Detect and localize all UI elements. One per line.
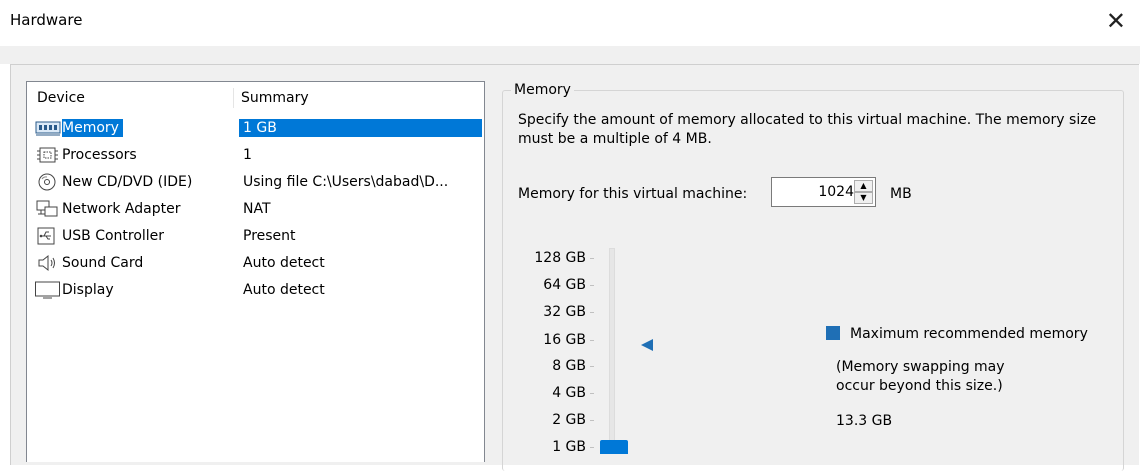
device-row-network-adapter[interactable]: Network Adapter NAT — [33, 196, 482, 222]
device-summary: Auto detect — [243, 255, 325, 271]
device-summary: Present — [243, 228, 296, 244]
scale-tick: 32 GB — [518, 303, 598, 321]
tick-mark — [590, 258, 594, 259]
column-header-device[interactable]: Device — [37, 88, 85, 108]
chevron-up-icon: ▲ — [860, 181, 867, 190]
memory-field-label: Memory for this virtual machine: — [518, 186, 748, 202]
tick-mark — [590, 447, 594, 448]
device-summary: Auto detect — [243, 282, 325, 298]
device-summary: NAT — [243, 201, 271, 217]
swapping-note: (Memory swapping may occur beyond this s… — [836, 358, 1005, 396]
tick-mark — [590, 393, 594, 394]
device-summary: 1 — [243, 147, 252, 163]
scale-label: 32 GB — [543, 304, 586, 320]
recommended-value: 13.3 GB — [836, 413, 893, 429]
scale-tick: 128 GB — [518, 249, 598, 267]
scale-label: 2 GB — [552, 412, 586, 428]
device-label: Memory — [62, 119, 123, 137]
memory-group-title: Memory — [511, 81, 574, 99]
device-row-usb-controller[interactable]: USB Controller Present — [33, 223, 482, 249]
scale-tick: 1 GB — [518, 438, 598, 456]
scale-label: 16 GB — [543, 332, 586, 348]
cd-dvd-icon — [35, 173, 61, 191]
column-divider[interactable] — [233, 88, 234, 108]
toolbar-band — [0, 46, 1140, 64]
recommended-marker-icon — [641, 339, 653, 351]
scale-tick: 16 GB — [518, 331, 598, 349]
device-row-display[interactable]: Display Auto detect — [33, 277, 482, 303]
tick-mark — [590, 420, 594, 421]
device-summary: Using file C:\Users\dabad\D... — [243, 174, 449, 190]
processor-icon — [35, 146, 61, 164]
memory-slider-track[interactable] — [609, 248, 615, 452]
window-title: Hardware — [10, 11, 83, 29]
speaker-icon — [35, 254, 61, 272]
scale-label: 1 GB — [552, 439, 586, 455]
legend-max-recommended: Maximum recommended memory — [850, 326, 1088, 342]
scale-tick: 2 GB — [518, 411, 598, 429]
device-row-processors[interactable]: Processors 1 — [33, 142, 482, 168]
memory-description: Specify the amount of memory allocated t… — [518, 112, 1097, 147]
scale-tick: 64 GB — [518, 276, 598, 294]
network-adapter-icon — [35, 200, 61, 218]
display-icon — [35, 281, 61, 299]
tick-mark — [590, 312, 594, 313]
legend-swatch — [826, 326, 840, 340]
scale-label: 8 GB — [552, 358, 586, 374]
usb-icon — [35, 227, 61, 245]
device-label: Sound Card — [62, 255, 144, 271]
swapping-note-line: occur beyond this size.) — [836, 378, 1003, 394]
title-bar: Hardware ✕ — [0, 0, 1140, 46]
tick-mark — [590, 366, 594, 367]
chevron-down-icon: ▼ — [860, 193, 867, 202]
memory-input[interactable] — [774, 180, 856, 204]
device-label: Processors — [62, 147, 137, 163]
scale-label: 64 GB — [543, 277, 586, 293]
memory-icon — [35, 119, 61, 137]
close-icon[interactable]: ✕ — [1106, 6, 1126, 36]
column-header-summary[interactable]: Summary — [241, 88, 309, 108]
device-row-memory[interactable]: Memory 1 GB — [33, 115, 482, 141]
device-label: New CD/DVD (IDE) — [62, 174, 193, 190]
device-label: Network Adapter — [62, 201, 181, 217]
memory-stepper[interactable]: ▲ ▼ — [771, 177, 876, 207]
device-label: USB Controller — [62, 228, 165, 244]
scale-label: 128 GB — [534, 250, 586, 266]
increment-button[interactable]: ▲ — [854, 180, 873, 192]
scale-tick: 4 GB — [518, 384, 598, 402]
scale-tick: 8 GB — [518, 357, 598, 375]
memory-unit: MB — [890, 186, 912, 202]
tick-mark — [590, 340, 594, 341]
decrement-button[interactable]: ▼ — [854, 192, 873, 204]
stepper-buttons: ▲ ▼ — [854, 180, 873, 204]
device-row-cd-dvd[interactable]: New CD/DVD (IDE) Using file C:\Users\dab… — [33, 169, 482, 195]
scale-label: 4 GB — [552, 385, 586, 401]
device-row-sound-card[interactable]: Sound Card Auto detect — [33, 250, 482, 276]
tick-mark — [590, 285, 594, 286]
device-label: Display — [62, 282, 114, 298]
device-summary: 1 GB — [239, 119, 482, 137]
device-list[interactable]: Device Summary Memory 1 GB Processors 1 — [26, 81, 485, 462]
swapping-note-line: (Memory swapping may — [836, 359, 1005, 375]
